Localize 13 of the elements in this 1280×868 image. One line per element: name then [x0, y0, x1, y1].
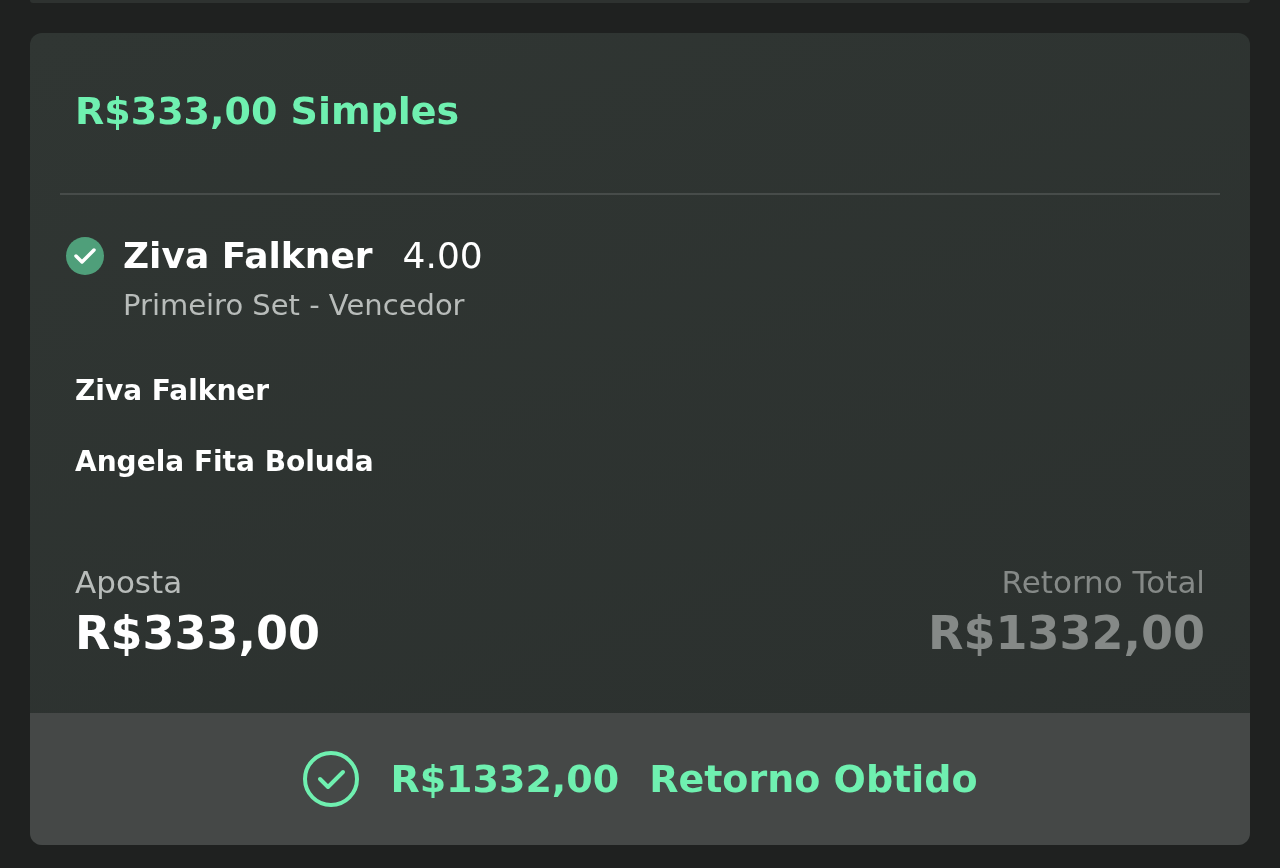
participant-name: Ziva Falkner	[74, 374, 271, 407]
stake-value: R$333,00	[75, 606, 320, 660]
bet-title: R$333,00 Simples	[74, 88, 461, 135]
market-name: Primeiro Set - Vencedor	[123, 288, 466, 322]
selection-odds: 4.00	[402, 235, 483, 276]
check-circle-icon	[302, 750, 361, 808]
stake-label: Aposta	[75, 564, 183, 600]
return-amount: R$1332,00	[390, 757, 620, 801]
return-value: R$1332,00	[928, 606, 1205, 660]
participant-name: Angela Fita Boluda	[74, 445, 375, 478]
return-label: Retorno Total	[1001, 564, 1205, 600]
selection-name: Ziva Falkner	[123, 235, 373, 276]
return-status: Retorno Obtido	[649, 757, 978, 801]
